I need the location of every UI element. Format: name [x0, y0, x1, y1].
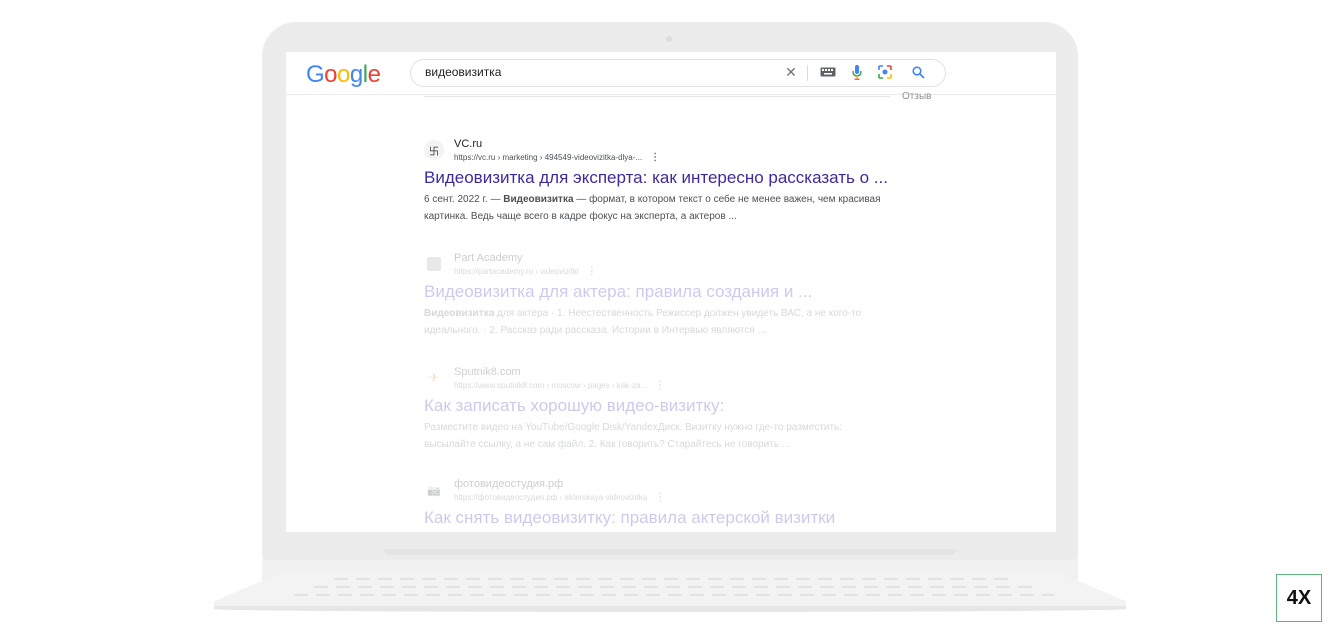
site-name[interactable]: фотовидеостудия.рф	[454, 478, 563, 490]
keyboard-row	[294, 594, 1054, 596]
search-divider	[807, 65, 808, 81]
browser-screen: Google ✕ Отзыв 卐 VC.ru https://vc.ru › m…	[286, 52, 1056, 532]
logo-letter: o	[324, 61, 338, 88]
search-input[interactable]	[423, 64, 767, 80]
result-title[interactable]: Как записать хорошую видео-визитку:	[424, 396, 724, 416]
more-options-icon[interactable]: ⋮	[655, 492, 665, 503]
site-url[interactable]: https://фотовидеостудия.рф › akterskaya-…	[454, 492, 665, 503]
site-url[interactable]: https://www.sputnik8.com › moscow › page…	[454, 380, 665, 391]
lens-icon[interactable]	[877, 64, 893, 80]
result-title[interactable]: Видеовизитка для эксперта: как интересно…	[424, 168, 888, 188]
site-url[interactable]: https://vc.ru › marketing › 494549-video…	[454, 152, 660, 163]
feedback-link[interactable]: Отзыв	[902, 91, 931, 102]
result-snippet: Разместите видео на YouTube/Google Disk/…	[424, 422, 843, 450]
site-favicon	[427, 257, 441, 271]
result-snippet: Видеовизитка для актера · 1. Неестествен…	[424, 305, 894, 339]
logo-letter: G	[306, 61, 325, 88]
speed-badge: 4X	[1276, 574, 1322, 622]
result-snippet: 6 сент. 2022 г. — Видеовизитка — формат,…	[424, 191, 894, 225]
more-options-icon[interactable]: ⋮	[650, 152, 660, 163]
more-options-icon[interactable]: ⋮	[587, 266, 597, 277]
result-title[interactable]: Видеовизитка для актера: правила создани…	[424, 282, 812, 302]
keyboard-icon[interactable]	[819, 64, 837, 80]
search-header: Google ✕	[286, 52, 1056, 95]
keyboard-row	[334, 578, 1014, 580]
snippet-date: 6 сент. 2022 г. —	[424, 194, 504, 205]
search-box: ✕	[410, 59, 946, 87]
logo-letter: e	[367, 61, 381, 88]
site-url-text: https://partacademy.ru › videovizitki	[454, 267, 579, 276]
search-icon[interactable]	[909, 64, 927, 80]
site-url-text: https://фотовидеостудия.рф › akterskaya-…	[454, 493, 648, 502]
logo-letter: g	[349, 61, 363, 88]
google-logo[interactable]: Google	[306, 61, 381, 89]
more-options-icon[interactable]: ⋮	[655, 380, 665, 391]
site-name[interactable]: Sputnik8.com	[454, 366, 521, 378]
snippet-highlight: Видеовизитка	[503, 194, 574, 205]
snippet-highlight: Видеовизитка	[424, 308, 495, 319]
laptop-hinge	[384, 549, 956, 555]
mic-icon[interactable]	[849, 64, 865, 80]
site-favicon: 📷	[427, 484, 441, 497]
site-name[interactable]: Part Academy	[454, 252, 522, 264]
site-url-text: https://www.sputnik8.com › moscow › page…	[454, 381, 647, 390]
site-name[interactable]: VC.ru	[454, 138, 482, 150]
laptop-base	[214, 560, 1126, 614]
site-url-text: https://vc.ru › marketing › 494549-video…	[454, 153, 643, 162]
site-url[interactable]: https://partacademy.ru › videovizitki ⋮	[454, 266, 597, 277]
laptop-shadow	[214, 606, 1126, 612]
previous-block-divider	[424, 96, 890, 97]
result-title[interactable]: Как снять видеовизитку: правила актерско…	[424, 508, 835, 528]
site-favicon: ✈	[428, 370, 440, 385]
site-favicon: 卐	[424, 140, 444, 160]
keyboard-row	[314, 586, 1034, 588]
webcam	[666, 36, 672, 42]
close-icon[interactable]: ✕	[783, 64, 799, 80]
logo-letter: o	[337, 61, 350, 88]
